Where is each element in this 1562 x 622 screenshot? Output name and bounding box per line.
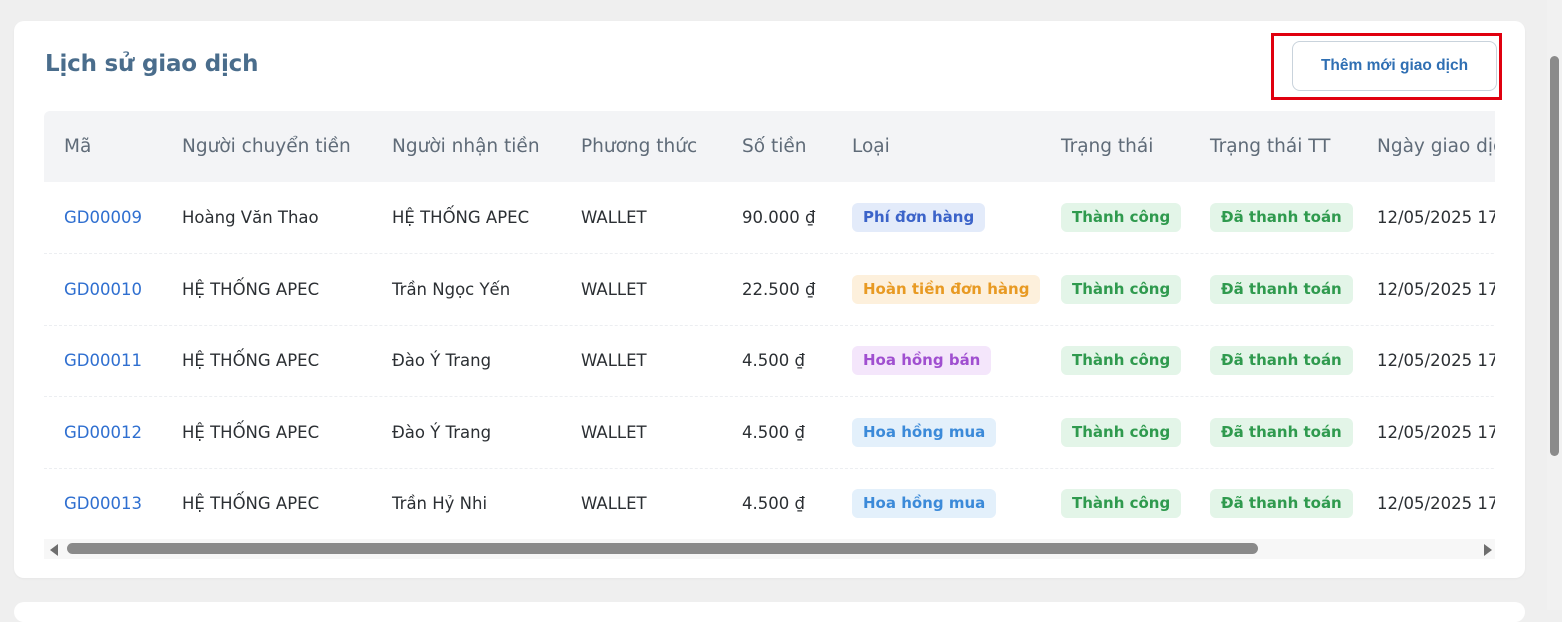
receiver-cell: Trần Hỷ Nhi — [392, 494, 488, 514]
receiver-cell: Trần Ngọc Yến — [392, 279, 511, 299]
receiver-cell: Đào Ý Trang — [392, 351, 492, 371]
column-header-payment-status[interactable]: Trạng thái TT — [1210, 111, 1331, 182]
status-badge: Thành công — [1061, 489, 1182, 519]
payment-status-badge: Đã thanh toán — [1210, 346, 1353, 376]
transaction-code-link[interactable]: GD00012 — [64, 397, 142, 468]
add-transaction-button[interactable]: Thêm mới giao dịch — [1292, 41, 1497, 91]
sender-cell: Hoàng Văn Thao — [182, 208, 319, 227]
sender-cell: HỆ THỐNG APEC — [182, 422, 320, 442]
type-badge: Phí đơn hàng — [852, 203, 986, 232]
amount-cell: 22.500 ₫ — [742, 279, 816, 299]
date-cell: 12/05/2025 17: — [1377, 422, 1495, 442]
date-cell: 12/05/2025 17: — [1377, 279, 1495, 299]
table-row[interactable]: GD00009 Hoàng Văn Thao HỆ THỐNG APEC WALLET… — [44, 182, 1495, 254]
payment-status-badge: Đã thanh toán — [1210, 203, 1353, 232]
sender-cell: HỆ THỐNG APEC — [182, 494, 320, 514]
transaction-code-link[interactable]: GD00009 — [64, 182, 142, 253]
status-badge: Thành công — [1061, 274, 1182, 304]
method-cell: WALLET — [581, 351, 647, 371]
column-header-date[interactable]: Ngày giao dịch — [1377, 111, 1495, 182]
transaction-history-card: Lịch sử giao dịch Thêm mới giao dịch Mã … — [14, 21, 1525, 578]
payment-status-badge: Đã thanh toán — [1210, 417, 1353, 447]
table-row[interactable]: GD00010 HỆ THỐNG APEC Trần Ngọc Yến WALLET 2… — [44, 254, 1495, 326]
type-badge: Hoàn tiền đơn hàng — [852, 274, 1041, 304]
amount-cell: 90.000 ₫ — [742, 208, 816, 227]
receiver-cell: HỆ THỐNG APEC — [392, 208, 530, 227]
column-header-sender[interactable]: Người chuyển tiền — [182, 111, 351, 182]
scroll-left-icon[interactable] — [50, 544, 58, 556]
transaction-code-link[interactable]: GD00013 — [64, 468, 142, 539]
column-header-method[interactable]: Phương thức — [581, 111, 697, 182]
page-scrollbar-thumb[interactable] — [1550, 56, 1559, 456]
transaction-code-link[interactable]: GD00011 — [64, 325, 142, 396]
type-badge: Hoa hồng mua — [852, 417, 997, 447]
method-cell: WALLET — [581, 422, 647, 442]
method-cell: WALLET — [581, 208, 647, 227]
method-cell: WALLET — [581, 494, 647, 514]
horizontal-scrollbar[interactable] — [44, 539, 1495, 559]
next-card — [14, 602, 1525, 622]
date-cell: 12/05/2025 17: — [1377, 208, 1495, 227]
table-header: Mã Người chuyển tiền Người nhận tiền Phư… — [44, 111, 1495, 182]
column-header-receiver[interactable]: Người nhận tiền — [392, 111, 540, 182]
status-badge: Thành công — [1061, 417, 1182, 447]
payment-status-badge: Đã thanh toán — [1210, 274, 1353, 304]
method-cell: WALLET — [581, 279, 647, 299]
status-badge: Thành công — [1061, 203, 1182, 232]
transaction-code-link[interactable]: GD00010 — [64, 254, 142, 325]
column-header-amount[interactable]: Số tiền — [742, 111, 806, 182]
column-header-type[interactable]: Loại — [852, 111, 890, 182]
page-title: Lịch sử giao dịch — [45, 51, 259, 77]
status-badge: Thành công — [1061, 346, 1182, 376]
date-cell: 12/05/2025 17: — [1377, 494, 1495, 514]
amount-cell: 4.500 ₫ — [742, 351, 805, 371]
type-badge: Hoa hồng bán — [852, 346, 992, 376]
sender-cell: HỆ THỐNG APEC — [182, 351, 320, 371]
amount-cell: 4.500 ₫ — [742, 422, 805, 442]
payment-status-badge: Đã thanh toán — [1210, 489, 1353, 519]
column-header-code[interactable]: Mã — [64, 111, 91, 182]
page-scrollbar[interactable] — [1547, 0, 1562, 610]
table-row[interactable]: GD00012 HỆ THỐNG APEC Đào Ý Trang WALLET 4.5… — [44, 397, 1495, 469]
scroll-right-icon[interactable] — [1484, 544, 1492, 556]
transaction-table: Mã Người chuyển tiền Người nhận tiền Phư… — [44, 111, 1495, 555]
scrollbar-thumb[interactable] — [67, 543, 1258, 554]
sender-cell: HỆ THỐNG APEC — [182, 279, 320, 299]
type-badge: Hoa hồng mua — [852, 489, 997, 519]
amount-cell: 4.500 ₫ — [742, 494, 805, 514]
table-row[interactable]: GD00011 HỆ THỐNG APEC Đào Ý Trang WALLET 4.5… — [44, 325, 1495, 398]
table-row[interactable]: GD00013 HỆ THỐNG APEC Trần Hỷ Nhi WALLET 4.5… — [44, 468, 1495, 541]
date-cell: 12/05/2025 17: — [1377, 351, 1495, 371]
receiver-cell: Đào Ý Trang — [392, 422, 492, 442]
column-header-status[interactable]: Trạng thái — [1061, 111, 1153, 182]
